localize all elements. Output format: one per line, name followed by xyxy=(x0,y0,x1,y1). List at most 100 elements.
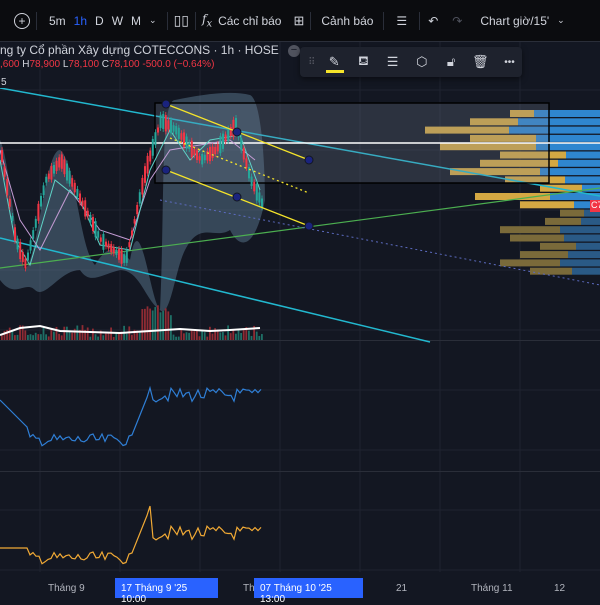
volume-bar xyxy=(154,307,157,340)
candle-body xyxy=(120,249,123,264)
candle-body xyxy=(157,127,159,133)
candle-body xyxy=(99,237,102,242)
volume-bar xyxy=(224,335,227,340)
interval-1h[interactable]: 1h xyxy=(70,14,91,28)
volume-bar xyxy=(60,335,63,340)
delete-button[interactable]: 🗑︎ xyxy=(468,49,493,75)
drag-handle xyxy=(304,221,314,231)
templates-button[interactable]: ⊞ xyxy=(287,0,310,41)
interval-group: 5m 1h D W M ⌄ xyxy=(37,0,167,41)
lock-button[interactable]: 🔓︎ xyxy=(438,49,463,75)
add-symbol-button[interactable]: + xyxy=(0,0,36,41)
candle-body xyxy=(144,166,146,183)
replay-button[interactable]: ☰ xyxy=(384,0,419,41)
settings-button[interactable]: ⬡ xyxy=(409,49,434,75)
collapse-legend-button[interactable]: − xyxy=(288,45,300,57)
volume-bar xyxy=(209,326,211,340)
candle-body xyxy=(196,150,198,161)
pencil-icon: ✎ xyxy=(328,54,340,69)
candle-body xyxy=(21,251,24,263)
fill-color-button[interactable]: ⛾ xyxy=(351,49,376,75)
volume-bar xyxy=(16,334,19,340)
candle-body xyxy=(86,210,89,217)
list-icon: ☰ xyxy=(396,13,408,28)
candle-body xyxy=(245,158,248,168)
volume-bar xyxy=(196,330,198,340)
volume-bar xyxy=(138,331,141,340)
profile-bar-down xyxy=(572,267,600,275)
time-axis[interactable]: Tháng 9 17 Tháng 9 '25 10:00 Th 07 Tháng… xyxy=(0,574,600,605)
chevron-down-icon[interactable]: ⌄ xyxy=(145,15,161,26)
candle-body xyxy=(73,182,76,193)
drag-handle xyxy=(161,165,171,175)
volume-bar xyxy=(1,335,3,340)
chart-type-button[interactable]: ▯▯ xyxy=(168,0,195,41)
volume-bar xyxy=(159,312,162,340)
volume-bar xyxy=(76,325,79,340)
interval-d[interactable]: D xyxy=(91,14,108,28)
layout-label: Chart giờ/15' xyxy=(480,13,550,28)
candle-body xyxy=(110,244,113,253)
candle-body xyxy=(242,147,245,160)
undo-button[interactable]: ↶ xyxy=(420,0,446,41)
interval-m[interactable]: M xyxy=(127,14,145,28)
candle-body xyxy=(193,148,196,156)
pane-divider xyxy=(0,471,600,472)
candle-body xyxy=(180,133,183,140)
profile-bar-down xyxy=(560,226,600,234)
symbol-legend[interactable]: ng ty Cổ phần Xây dựng COTECCONS · 1h · … xyxy=(0,43,279,57)
trendline-lower xyxy=(0,237,431,343)
candle-body xyxy=(201,154,204,165)
layout-select[interactable]: Chart giờ/15' ⌄ xyxy=(468,0,570,41)
crosshair-start-label: 17 Tháng 9 '25 10:00 xyxy=(115,578,218,605)
candle-body xyxy=(19,241,22,260)
volume-bar xyxy=(211,333,214,340)
volume-bar xyxy=(183,333,185,340)
candle-body xyxy=(8,198,11,207)
more-button[interactable]: ••• xyxy=(497,49,522,75)
candle-body xyxy=(84,200,87,217)
profile-bar-down xyxy=(560,259,600,267)
candle-body xyxy=(68,170,71,184)
volume-bar xyxy=(58,333,60,340)
candle-body xyxy=(255,183,258,201)
candle-body xyxy=(53,165,55,174)
line-color-button[interactable]: ✎ xyxy=(322,49,347,75)
candle-body xyxy=(141,177,144,195)
time-label: Tháng 9 xyxy=(48,583,85,594)
volume-bar xyxy=(71,332,73,340)
drag-handle-icon[interactable]: ⠿ xyxy=(306,49,318,75)
candle-body xyxy=(258,192,261,203)
candle-body xyxy=(76,188,79,197)
line-style-button[interactable]: ☰ xyxy=(380,49,405,75)
candle-body xyxy=(102,234,105,250)
price-chart[interactable] xyxy=(0,42,600,572)
indicator-line-orange xyxy=(0,505,262,565)
volume-bar xyxy=(97,336,99,340)
interval-w[interactable]: W xyxy=(108,14,127,28)
volume-bar xyxy=(125,333,128,340)
change-value: -500.0 (−0.64%) xyxy=(142,59,215,70)
volume-bar xyxy=(8,327,11,340)
candle-body xyxy=(27,252,29,261)
profile-bar-down xyxy=(581,217,600,225)
candle-body xyxy=(66,163,68,181)
candle-body xyxy=(16,238,19,250)
volume-bar xyxy=(40,334,42,340)
redo-button[interactable]: ↷ xyxy=(446,0,468,41)
close-value: 78,100 xyxy=(109,59,140,70)
volume-bar xyxy=(219,332,222,340)
volume-bar xyxy=(144,308,146,340)
volume-bar xyxy=(63,326,66,340)
volume-bar xyxy=(112,336,115,340)
color-swatch xyxy=(325,70,344,73)
candle-body xyxy=(45,176,48,183)
volume-bar xyxy=(102,335,105,340)
alerts-button[interactable]: Cảnh báo xyxy=(311,0,383,41)
symbol-title: ng ty Cổ phần Xây dựng COTECCONS · 1h · … xyxy=(0,43,279,57)
indicators-button[interactable]: fx Các chỉ báo xyxy=(196,0,287,41)
volume-bar xyxy=(240,332,242,340)
volume-bar xyxy=(185,332,188,340)
candle-body xyxy=(248,166,250,179)
interval-5m[interactable]: 5m xyxy=(45,14,70,28)
